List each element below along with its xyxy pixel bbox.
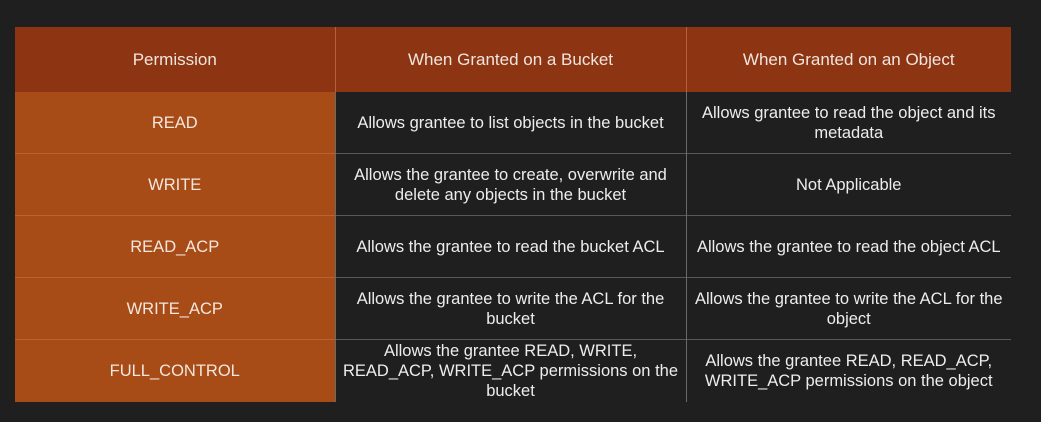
slide: Permission When Granted on a Bucket When…	[0, 0, 1041, 422]
bucket-description-cell: Allows the grantee to write the ACL for …	[334, 277, 686, 340]
bucket-description-cell: Allows the grantee to create, overwrite …	[334, 153, 686, 216]
table-row: READ Allows grantee to list objects in t…	[15, 92, 1011, 154]
table-row: READ_ACP Allows the grantee to read the …	[15, 215, 1011, 278]
bucket-description-cell: Allows grantee to list objects in the bu…	[334, 92, 686, 154]
permissions-table: Permission When Granted on a Bucket When…	[15, 27, 1011, 402]
object-description-cell: Not Applicable	[685, 153, 1011, 216]
column-header-permission: Permission	[15, 27, 335, 92]
bucket-description-cell: Allows the grantee READ, WRITE, READ_ACP…	[334, 339, 686, 402]
permission-cell: READ_ACP	[15, 215, 335, 278]
object-description-cell: Allows the grantee READ, READ_ACP, WRITE…	[685, 339, 1011, 402]
column-header-object: When Granted on an Object	[685, 27, 1011, 92]
object-description-cell: Allows the grantee to write the ACL for …	[685, 277, 1011, 340]
object-description-cell: Allows grantee to read the object and it…	[685, 92, 1011, 154]
column-header-bucket: When Granted on a Bucket	[334, 27, 686, 92]
permission-cell: FULL_CONTROL	[15, 339, 335, 402]
permission-cell: WRITE	[15, 153, 335, 216]
bucket-description-cell: Allows the grantee to read the bucket AC…	[334, 215, 686, 278]
permission-cell: WRITE_ACP	[15, 277, 335, 340]
object-description-cell: Allows the grantee to read the object AC…	[685, 215, 1011, 278]
table-row: FULL_CONTROL Allows the grantee READ, WR…	[15, 339, 1011, 402]
table-header-row: Permission When Granted on a Bucket When…	[15, 27, 1011, 92]
table-row: WRITE Allows the grantee to create, over…	[15, 153, 1011, 216]
table-row: WRITE_ACP Allows the grantee to write th…	[15, 277, 1011, 340]
permission-cell: READ	[15, 92, 335, 154]
